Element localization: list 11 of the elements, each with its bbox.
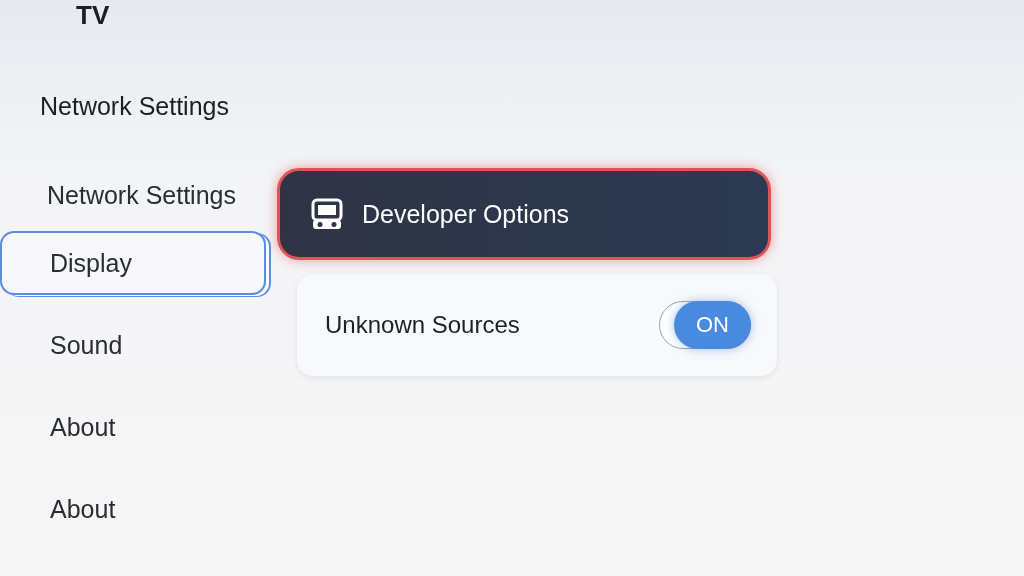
toggle-switch[interactable]: ON: [659, 301, 751, 349]
header-title: Developer Options: [362, 199, 570, 229]
sidebar-item[interactable]: About: [0, 477, 266, 541]
sidebar-item[interactable]: Sound: [0, 313, 266, 377]
app-title: TV: [75, 0, 110, 28]
monitor-icon: [310, 197, 344, 231]
setting-label: Unknown Sources: [325, 311, 520, 339]
sidebar-item[interactable]: About: [0, 395, 266, 459]
sidebar-heading: Network Settings: [40, 92, 230, 121]
sidebar-item[interactable]: Network Settings: [0, 163, 266, 227]
developer-options-header[interactable]: Developer Options: [277, 168, 771, 260]
